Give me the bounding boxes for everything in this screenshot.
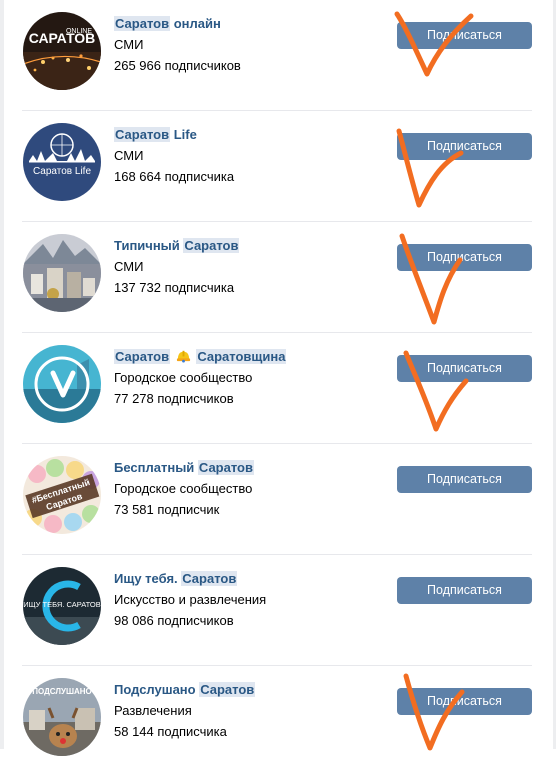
subscribe-button[interactable]: Подписаться [397, 133, 532, 160]
list-item: ПОДСЛУШАНО Подслушано Саратов Развлечени… [4, 666, 553, 777]
subscriber-count: 77 278 подписчиков [114, 391, 234, 406]
group-category: СМИ [114, 148, 144, 163]
subscribe-button[interactable]: Подписаться [397, 466, 532, 493]
group-info: Бесплатный Саратов Городское сообщество … [114, 459, 384, 519]
group-category: Развлечения [114, 703, 192, 718]
group-name-link[interactable]: Типичный Саратов [114, 237, 384, 255]
avatar[interactable]: ONLINE САРАТОВ [23, 12, 101, 90]
group-name-link[interactable]: Саратов Life [114, 126, 384, 144]
group-info: Типичный Саратов СМИ 137 732 подписчика [114, 237, 384, 297]
list-item: #Бесплатный Саратов Бесплатный Саратов Г… [4, 444, 553, 555]
group-info: Ищу тебя. Саратов Искусство и развлечени… [114, 570, 384, 630]
group-name-link[interactable]: Подслушано Саратов [114, 681, 384, 699]
subscribe-button[interactable]: Подписаться [397, 244, 532, 271]
subscribe-button[interactable]: Подписаться [397, 688, 532, 715]
search-highlight: Саратов [197, 460, 254, 475]
search-highlight: Саратов [114, 16, 171, 31]
subscribe-button[interactable]: Подписаться [397, 355, 532, 382]
subscriber-count: 168 664 подписчика [114, 169, 235, 184]
group-info: Саратов Саратовщина Городское сообщество… [114, 348, 384, 408]
group-category: СМИ [114, 37, 144, 52]
list-item: Саратов Саратовщина Городское сообщество… [4, 333, 553, 444]
list-item: Типичный Саратов СМИ 137 732 подписчика … [4, 222, 553, 333]
list-item: ONLINE САРАТОВ Саратов онлайн СМИ 265 96… [4, 0, 553, 111]
group-category: Городское сообщество [114, 481, 253, 496]
avatar-text: ИЩУ ТЕБЯ. САРАТОВ [23, 600, 101, 609]
group-name-rest: онлайн [170, 16, 221, 31]
subscriber-count: 137 732 подписчика [114, 280, 235, 295]
group-info: Саратов Life СМИ 168 664 подписчика [114, 126, 384, 186]
subscriber-count: 58 144 подписчика [114, 724, 227, 739]
subscriber-count: 265 966 подписчиков [114, 58, 241, 73]
subscriber-count: 73 581 подписчик [114, 502, 220, 517]
group-info: Подслушано Саратов Развлечения 58 144 по… [114, 681, 384, 741]
group-name-link[interactable]: Ищу тебя. Саратов [114, 570, 384, 588]
avatar-text: Саратов Life [33, 166, 91, 177]
list-item: ИЩУ ТЕБЯ. САРАТОВ Ищу тебя. Саратов Иску… [4, 555, 553, 666]
avatar[interactable]: #Бесплатный Саратов [23, 456, 101, 534]
search-highlight: Саратовщина [196, 349, 287, 364]
search-highlight: Саратов [114, 349, 171, 364]
group-name-link[interactable]: Бесплатный Саратов [114, 459, 384, 477]
avatar[interactable]: Саратов Life [23, 123, 101, 201]
subscribe-button[interactable]: Подписаться [397, 577, 532, 604]
search-highlight: Саратов [114, 127, 171, 142]
search-highlight: Саратов [181, 571, 238, 586]
subscriber-count: 98 086 подписчиков [114, 613, 234, 628]
avatar[interactable]: ИЩУ ТЕБЯ. САРАТОВ [23, 567, 101, 645]
group-name-rest: Life [170, 127, 197, 142]
group-category: Городское сообщество [114, 370, 253, 385]
avatar-text: ПОДСЛУШАНО [32, 687, 92, 696]
subscribe-button[interactable]: Подписаться [397, 22, 532, 49]
group-name-rest: Ищу тебя. [114, 571, 182, 586]
avatar[interactable]: ПОДСЛУШАНО [23, 678, 101, 756]
group-name-rest: Подслушано [114, 682, 200, 697]
community-list: ONLINE САРАТОВ Саратов онлайн СМИ 265 96… [4, 0, 553, 777]
search-highlight: Саратов [199, 682, 256, 697]
group-name-link[interactable]: Саратов онлайн [114, 15, 384, 33]
avatar-text: САРАТОВ [29, 30, 96, 46]
group-name-link[interactable]: Саратов Саратовщина [114, 348, 384, 366]
group-category: СМИ [114, 259, 144, 274]
group-name-rest: Бесплатный [114, 460, 198, 475]
group-info: Саратов онлайн СМИ 265 966 подписчиков [114, 15, 384, 75]
avatar[interactable] [23, 234, 101, 312]
group-name-rest: Типичный [114, 238, 184, 253]
avatar[interactable] [23, 345, 101, 423]
search-highlight: Саратов [183, 238, 240, 253]
group-category: Искусство и развлечения [114, 592, 267, 607]
hard-hat-emoji-icon [176, 350, 190, 363]
list-item: Саратов Life Саратов Life СМИ 168 664 по… [4, 111, 553, 222]
